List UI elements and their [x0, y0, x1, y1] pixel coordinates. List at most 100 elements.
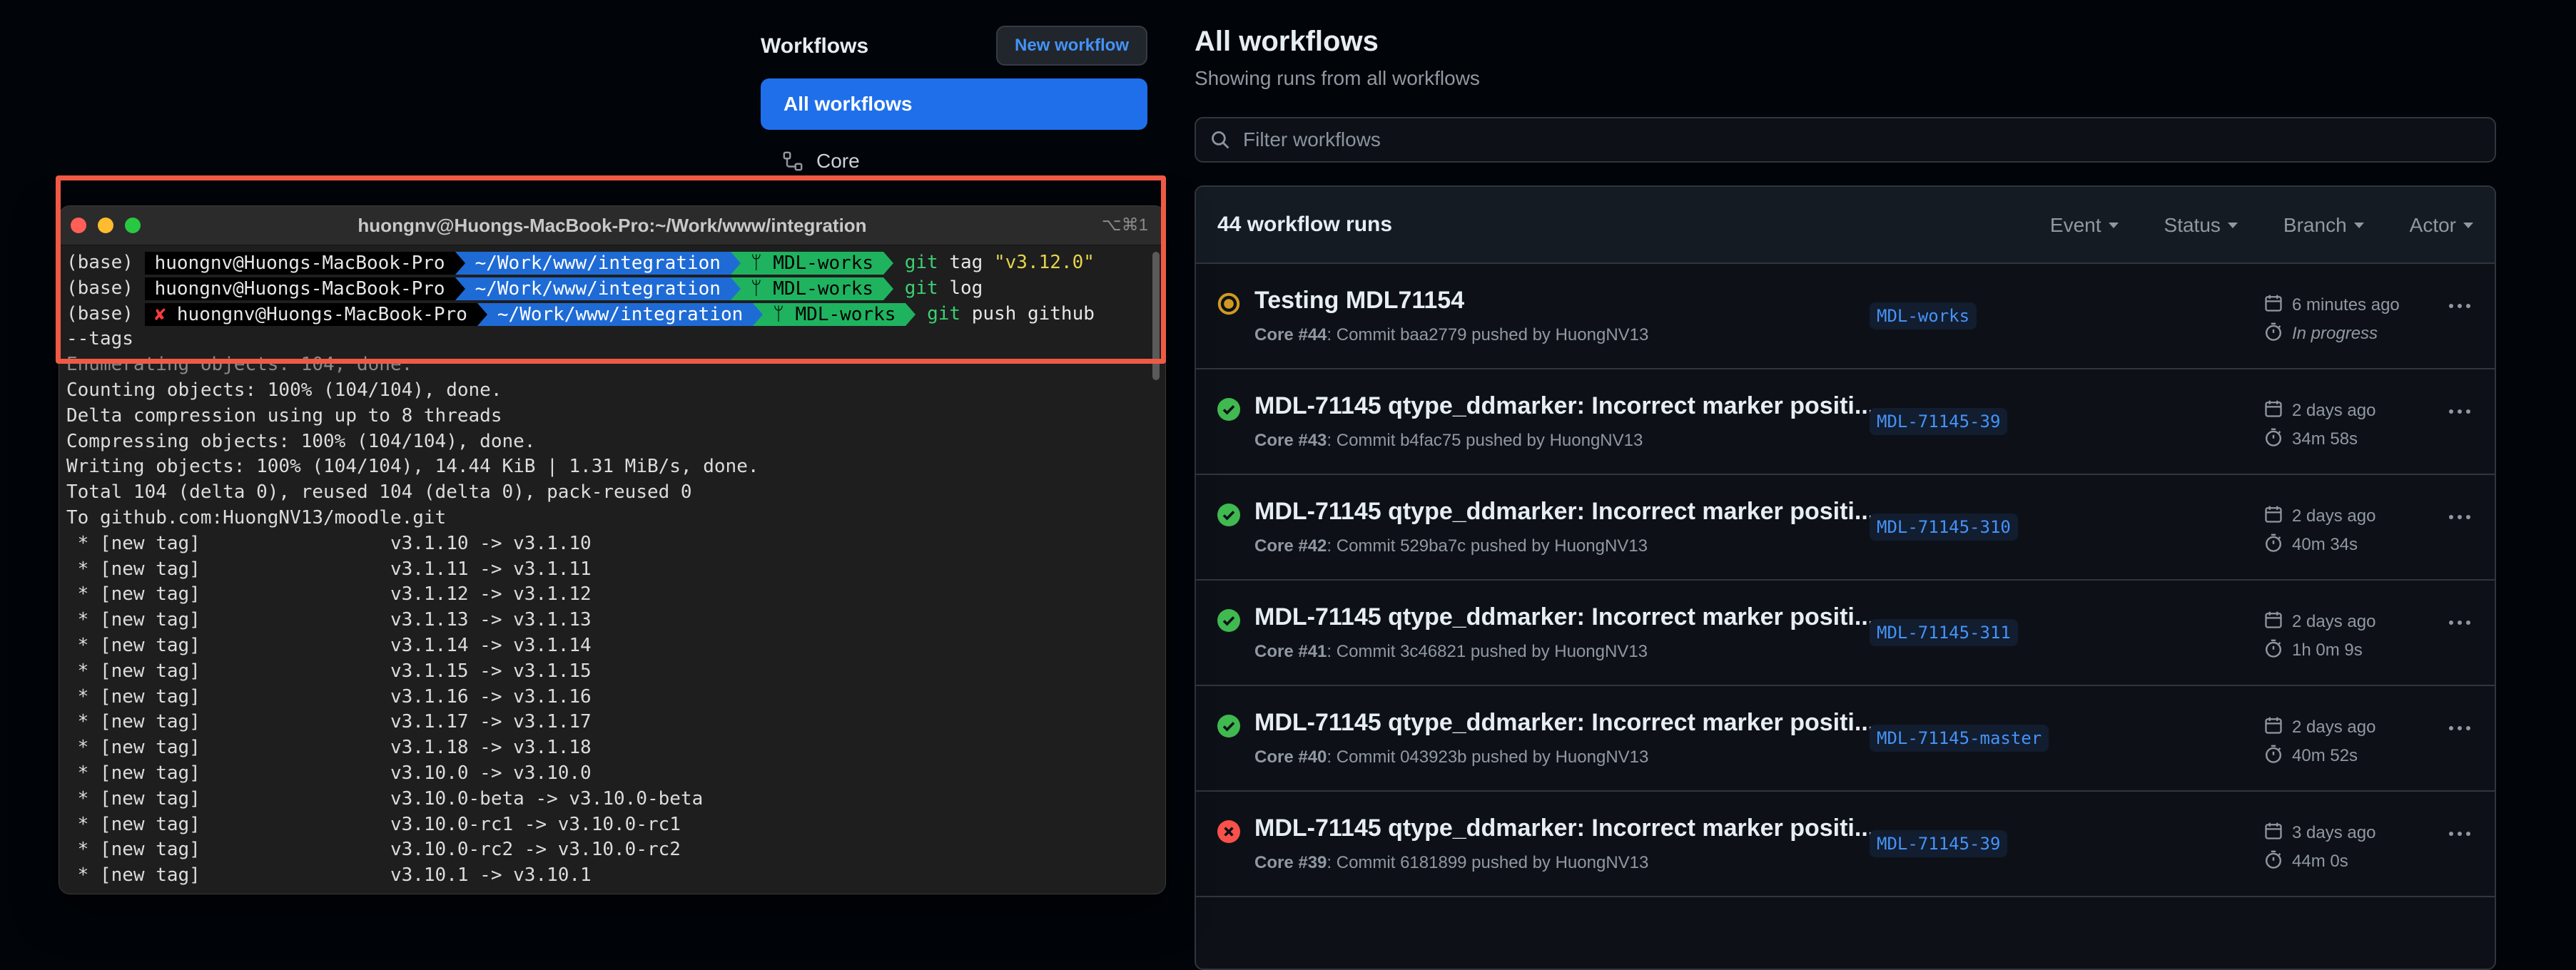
kebab-menu-icon[interactable]: [2449, 304, 2470, 308]
run-title-link[interactable]: Testing MDL71154: [1254, 287, 1464, 315]
page-title: All workflows: [1195, 26, 1379, 57]
sidebar-item-all-workflows[interactable]: All workflows: [761, 78, 1147, 130]
in-progress-icon: [1217, 292, 1240, 315]
branch-badge[interactable]: MDL-71145-310: [1870, 514, 2018, 541]
run-workflow: Core: [1254, 747, 1294, 767]
run-duration: 40m 52s: [2263, 742, 2375, 770]
prompt-branch: ᛘ MDL-works: [740, 252, 884, 275]
stopwatch-icon: [2263, 533, 2283, 558]
run-workflow: Core: [1254, 853, 1294, 872]
run-duration-label: 34m 58s: [2292, 429, 2358, 449]
runs-rows: Testing MDL71154 Core #44: Commit baa277…: [1196, 264, 2495, 897]
workflow-run-row[interactable]: MDL-71145 qtype_ddmarker: Incorrect mark…: [1196, 581, 2495, 686]
success-check-icon: [1217, 715, 1240, 737]
run-date-label: 3 days ago: [2292, 823, 2376, 842]
run-date: 2 days ago: [2263, 713, 2375, 742]
workflow-run-row[interactable]: MDL-71145 qtype_ddmarker: Incorrect mark…: [1196, 369, 2495, 475]
prompt-path: ~/Work/www/integration: [487, 302, 754, 326]
page-subtitle: Showing runs from all workflows: [1195, 67, 1480, 89]
terminal-output-line: * [new tag] v3.10.0 -> v3.10.0: [66, 762, 592, 784]
run-title-link[interactable]: MDL-71145 qtype_ddmarker: Incorrect mark…: [1254, 498, 1875, 526]
run-date-label: 2 days ago: [2292, 401, 2376, 420]
sidebar-item-core[interactable]: Core: [782, 150, 860, 173]
run-time: 2 days ago 40m 52s: [2263, 713, 2375, 770]
stopwatch-icon: [2263, 638, 2283, 663]
branch-filter[interactable]: Branch: [2283, 214, 2364, 237]
run-meta: Core #44: Commit baa2779 pushed by Huong…: [1254, 325, 1648, 345]
run-duration: 1h 0m 9s: [2263, 636, 2375, 665]
run-detail: : Commit b4fac75 pushed by HuongNV13: [1327, 431, 1643, 450]
prompt-branch: ᛘ MDL-works: [763, 302, 906, 326]
sidebar-title: Workflows: [761, 34, 869, 58]
run-title-link[interactable]: MDL-71145 qtype_ddmarker: Incorrect mark…: [1254, 709, 1875, 737]
run-date: 2 days ago: [2263, 608, 2375, 636]
terminal-scrollbar[interactable]: [1152, 252, 1160, 380]
command-name: git: [904, 252, 938, 273]
branch-badge[interactable]: MDL-71145-master: [1870, 725, 2049, 752]
success-check-icon: [1217, 504, 1240, 526]
command-args: tag: [949, 252, 983, 273]
branch-badge[interactable]: MDL-works: [1870, 302, 1977, 330]
terminal-output-line: Delta compression using up to 8 threads: [66, 404, 502, 427]
run-workflow: Core: [1254, 325, 1294, 344]
runs-count: 44 workflow runs: [1217, 213, 1393, 236]
run-duration-label: In progress: [2292, 324, 2378, 343]
run-title-link[interactable]: MDL-71145 qtype_ddmarker: Incorrect mark…: [1254, 392, 1875, 420]
terminal-output[interactable]: (base) huongnv@Huongs-MacBook-Pro ~/Work/…: [66, 250, 1144, 889]
actor-filter[interactable]: Actor: [2410, 214, 2473, 237]
terminal-output-line: * [new tag] v3.1.15 -> v3.1.15: [66, 660, 592, 682]
run-number: #43: [1298, 431, 1327, 450]
terminal-prompt-line: (base) ✘ huongnv@Huongs-MacBook-Pro ~/Wor…: [66, 302, 1144, 327]
run-meta: Core #39: Commit 6181899 pushed by Huong…: [1254, 853, 1648, 873]
prompt-user: huongnv@Huongs-MacBook-Pro: [154, 277, 445, 300]
kebab-menu-icon[interactable]: [2449, 726, 2470, 730]
calendar-icon: [2263, 610, 2283, 635]
status-filter[interactable]: Status: [2164, 214, 2238, 237]
run-title-link[interactable]: MDL-71145 qtype_ddmarker: Incorrect mark…: [1254, 815, 1875, 842]
branch-badge[interactable]: MDL-71145-39: [1870, 830, 2008, 857]
run-workflow: Core: [1254, 536, 1294, 556]
caret-down-icon: [2227, 223, 2238, 228]
run-detail: : Commit 3c46821 pushed by HuongNV13: [1327, 642, 1648, 661]
terminal-output-line: * [new tag] v3.10.0-rc2 -> v3.10.0-rc2: [66, 839, 681, 861]
workflow-run-row[interactable]: Testing MDL71154 Core #44: Commit baa277…: [1196, 264, 2495, 369]
search-icon: [1212, 131, 1229, 149]
event-filter[interactable]: Event: [2050, 214, 2119, 237]
terminal-titlebar: huongnv@Huongs-MacBook-Pro:~/Work/www/in…: [59, 206, 1165, 245]
actor-filter-label: Actor: [2409, 214, 2456, 236]
branch-badge[interactable]: MDL-71145-39: [1870, 408, 2008, 435]
terminal-output-line: Enumerating objects: 104, done.: [66, 354, 413, 376]
new-workflow-button[interactable]: New workflow: [996, 26, 1147, 66]
filter-workflows-input[interactable]: [1242, 128, 2458, 152]
kebab-menu-icon[interactable]: [2449, 832, 2470, 836]
run-title-link[interactable]: MDL-71145 qtype_ddmarker: Incorrect mark…: [1254, 603, 1875, 631]
prompt-path: ~/Work/www/integration: [465, 252, 731, 275]
prompt-user-segment: huongnv@Huongs-MacBook-Pro: [144, 252, 455, 275]
branch-badge[interactable]: MDL-71145-311: [1870, 619, 2018, 646]
run-date: 3 days ago: [2263, 819, 2375, 847]
calendar-icon: [2263, 399, 2283, 424]
workflow-run-row[interactable]: MDL-71145 qtype_ddmarker: Incorrect mark…: [1196, 792, 2495, 897]
run-number: #41: [1298, 642, 1327, 661]
run-time: 6 minutes ago In progress: [2263, 291, 2400, 348]
command-string: "v3.12.0": [994, 252, 1095, 273]
run-time: 2 days ago 1h 0m 9s: [2263, 608, 2375, 665]
workflow-run-row[interactable]: MDL-71145 qtype_ddmarker: Incorrect mark…: [1196, 475, 2495, 581]
run-number: #40: [1298, 747, 1327, 767]
stopwatch-icon: [2263, 849, 2283, 874]
failure-x-icon: [1217, 820, 1240, 843]
runs-header: 44 workflow runs Event Status Branch Act…: [1196, 187, 2495, 264]
conda-env: (base): [66, 252, 133, 273]
workflow-run-row[interactable]: MDL-71145 qtype_ddmarker: Incorrect mark…: [1196, 686, 2495, 792]
kebab-menu-icon[interactable]: [2449, 409, 2470, 414]
terminal-output-line: * [new tag] v3.1.12 -> v3.1.12: [66, 583, 592, 606]
prompt-user: huongnv@Huongs-MacBook-Pro: [154, 252, 445, 274]
run-time: 2 days ago 40m 34s: [2263, 502, 2375, 559]
command-name: git: [904, 277, 938, 299]
run-number: #42: [1298, 536, 1327, 556]
kebab-menu-icon[interactable]: [2449, 515, 2470, 519]
caret-down-icon: [2463, 223, 2473, 228]
run-time: 2 days ago 34m 58s: [2263, 397, 2375, 454]
command-args: log: [949, 277, 983, 299]
kebab-menu-icon[interactable]: [2449, 621, 2470, 625]
